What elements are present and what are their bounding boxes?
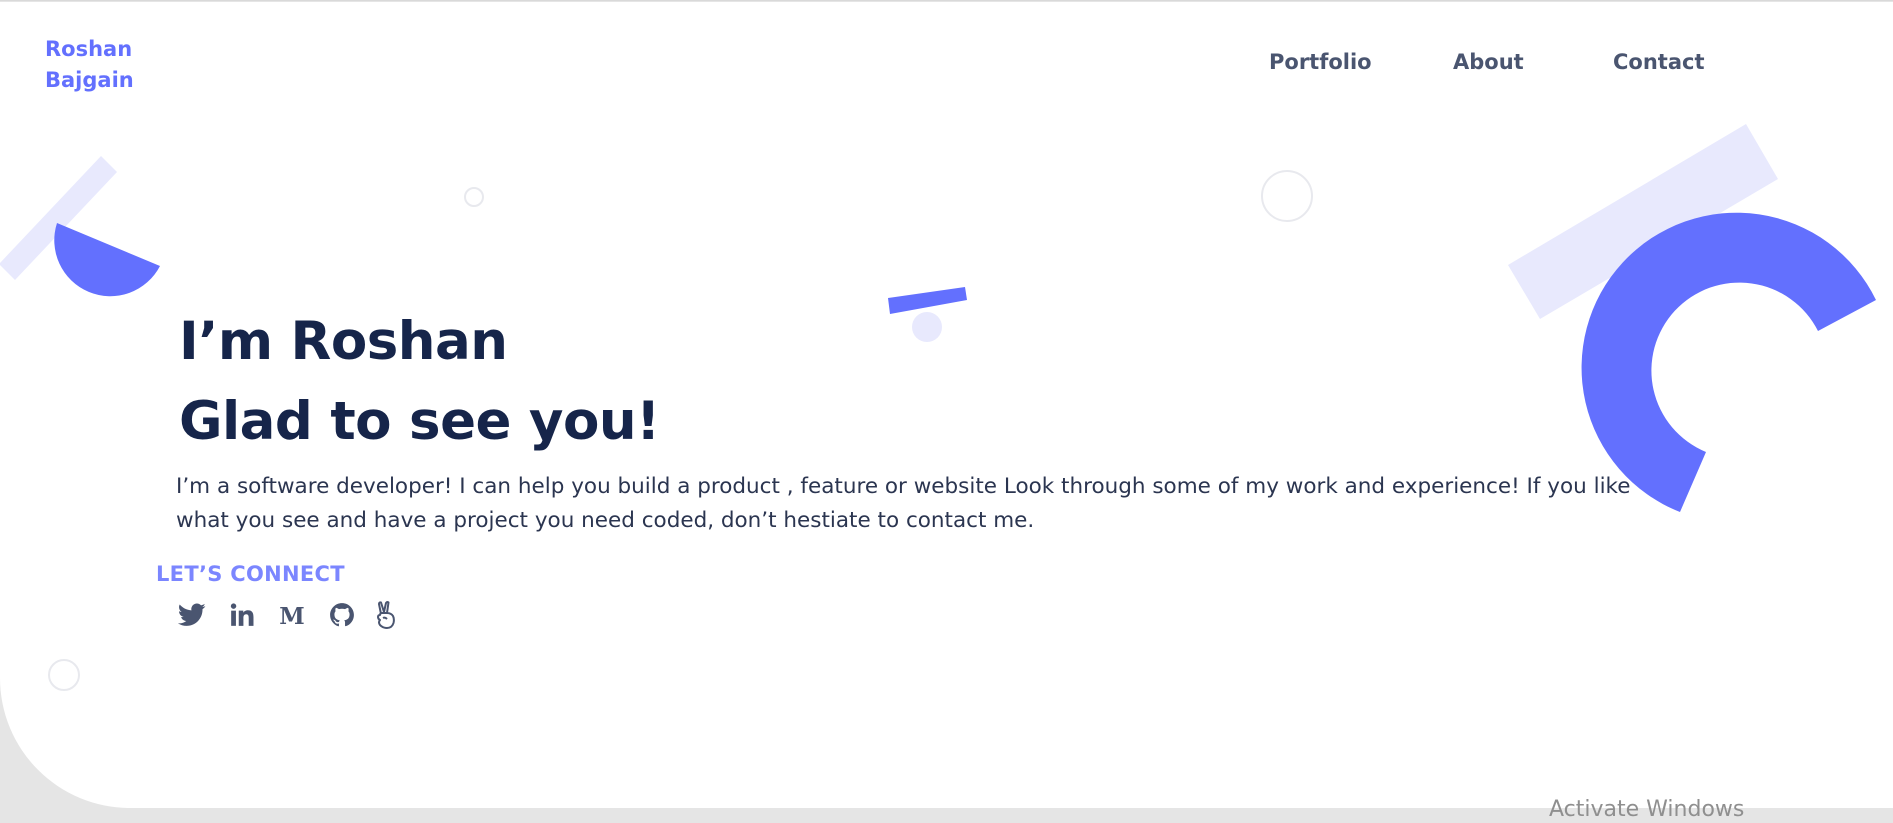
twitter-link[interactable] bbox=[176, 599, 208, 631]
hero-greeting: I’m Roshan bbox=[179, 311, 508, 372]
nav-contact-link[interactable]: Contact bbox=[1613, 50, 1705, 74]
angellist-icon bbox=[377, 601, 395, 629]
linkedin-link[interactable] bbox=[226, 599, 258, 631]
page: Roshan Bajgain Portfolio About Contact I… bbox=[0, 0, 1893, 823]
brand-line-second: Bajgain bbox=[45, 68, 134, 92]
twitter-icon bbox=[178, 603, 206, 626]
angellist-link[interactable] bbox=[370, 599, 402, 631]
nav-about-link[interactable]: About bbox=[1453, 50, 1524, 74]
hero-card: Roshan Bajgain Portfolio About Contact I… bbox=[0, 2, 1893, 808]
activate-windows-watermark: Activate Windows bbox=[1549, 797, 1745, 822]
brand-logo-link[interactable]: Roshan Bajgain bbox=[45, 34, 134, 96]
outline-circle-mid bbox=[1261, 170, 1313, 222]
medium-icon: M bbox=[279, 603, 304, 628]
github-link[interactable] bbox=[326, 599, 358, 631]
connect-heading: LET’S CONNECT bbox=[156, 562, 345, 586]
github-icon bbox=[330, 603, 354, 627]
window-top-border bbox=[0, 0, 1893, 1]
blue-half-disc-left bbox=[54, 223, 161, 297]
small-outline-circle-top bbox=[464, 187, 484, 207]
nav-portfolio-link[interactable]: Portfolio bbox=[1269, 50, 1372, 74]
brand-line-first: Roshan bbox=[45, 37, 133, 61]
blue-bar-center bbox=[888, 287, 967, 314]
linkedin-icon bbox=[230, 603, 254, 626]
hero-tagline: Glad to see you! bbox=[179, 391, 660, 452]
light-dot-center bbox=[912, 312, 942, 342]
medium-link[interactable]: M bbox=[276, 599, 308, 631]
small-outline-circle-bottom bbox=[48, 659, 80, 691]
hero-intro-text: I’m a software developer! I can help you… bbox=[176, 474, 1631, 533]
svg-text:M: M bbox=[279, 603, 304, 628]
